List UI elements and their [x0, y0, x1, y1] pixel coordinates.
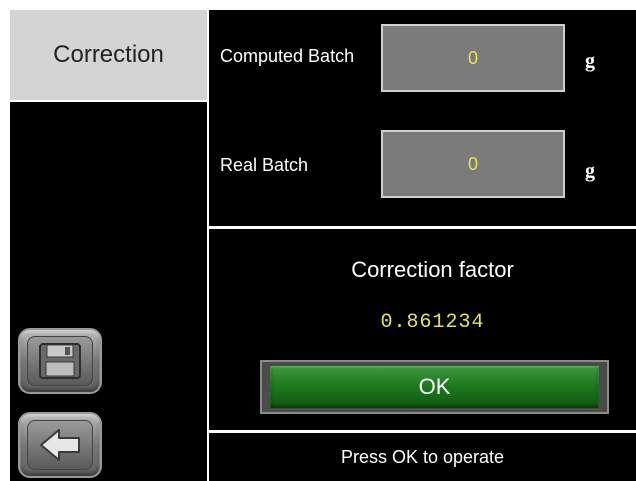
arrow-left-icon	[40, 429, 80, 461]
ok-button-label: OK	[418, 374, 451, 399]
save-button-face	[27, 336, 93, 386]
computed-batch-field[interactable]: 0	[381, 24, 565, 92]
tab-correction-label: Correction	[53, 41, 164, 68]
correction-factor-value: 0.861234	[380, 311, 485, 334]
computed-batch-value: 0	[467, 47, 478, 68]
screen: Correction Computed Batch 0 g Real Batch…	[0, 0, 636, 481]
floppy-disk-icon	[39, 343, 81, 379]
back-button-face	[27, 420, 93, 470]
batch-panel: Computed Batch 0 g Real Batch 0 g	[209, 10, 636, 226]
ok-button-face: OK	[270, 366, 599, 408]
real-batch-field[interactable]: 0	[381, 130, 565, 198]
status-bar: Press OK to operate	[209, 433, 636, 481]
ok-button[interactable]: OK	[260, 360, 609, 414]
correction-factor-label: Correction factor	[351, 257, 514, 282]
sidebar: Correction	[10, 10, 207, 481]
correction-panel: Correction factor 0.861234 OK	[209, 229, 636, 430]
real-batch-label: Real Batch	[220, 155, 309, 175]
real-batch-unit: g	[585, 160, 595, 182]
tab-correction[interactable]: Correction	[10, 10, 207, 102]
status-text: Press OK to operate	[340, 446, 505, 467]
real-batch-value: 0	[467, 153, 478, 174]
computed-batch-unit: g	[585, 50, 595, 72]
back-button[interactable]	[18, 412, 102, 478]
save-button[interactable]	[18, 328, 102, 394]
computed-batch-label: Computed Batch	[220, 46, 355, 66]
